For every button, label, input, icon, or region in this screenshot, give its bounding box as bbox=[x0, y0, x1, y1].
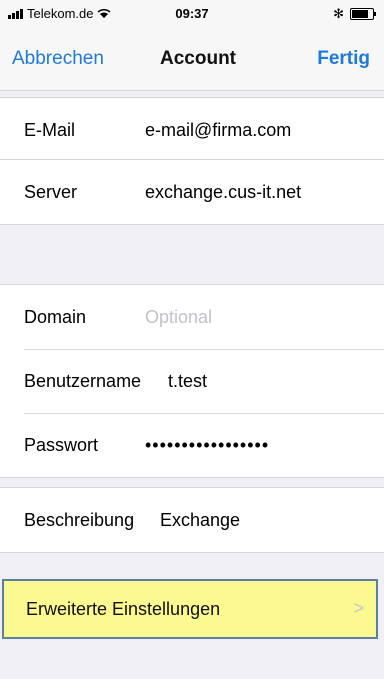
email-label: E-Mail bbox=[24, 119, 76, 140]
password-label: Passwort bbox=[24, 434, 99, 455]
navigation-bar: Abbrechen Account Fertig bbox=[0, 26, 384, 91]
status-bar: Telekom.de 09:37 ✻ bbox=[0, 0, 384, 26]
description-label: Beschreibung bbox=[24, 509, 135, 530]
description-field[interactable]: Exchange bbox=[160, 510, 240, 531]
email-field[interactable]: e-mail@firma.com bbox=[145, 120, 291, 141]
domain-row[interactable]: Domain Optional bbox=[0, 285, 384, 349]
battery-icon bbox=[350, 8, 376, 20]
domain-field[interactable]: Optional bbox=[145, 307, 212, 328]
username-row[interactable]: Benutzername t.test bbox=[0, 349, 384, 413]
chevron-right-icon: > bbox=[353, 598, 364, 618]
description-row[interactable]: Beschreibung Exchange bbox=[0, 488, 384, 552]
email-row[interactable]: E-Mail e-mail@firma.com bbox=[0, 98, 384, 162]
description-group: Beschreibung Exchange bbox=[0, 487, 384, 553]
server-label: Server bbox=[24, 181, 78, 202]
server-group-block: Server exchange.cus-it.net bbox=[0, 159, 384, 225]
credentials-group: Domain Optional Benutzername t.test Pass… bbox=[0, 284, 384, 478]
advanced-settings-row[interactable]: Erweiterte Einstellungen > bbox=[2, 579, 378, 639]
domain-label: Domain bbox=[24, 306, 87, 327]
page-title: Account bbox=[160, 48, 236, 69]
username-field[interactable]: t.test bbox=[168, 371, 207, 392]
username-label: Benutzername bbox=[24, 370, 142, 391]
status-right: ✻ bbox=[333, 6, 376, 22]
bluetooth-icon: ✻ bbox=[333, 6, 344, 21]
advanced-settings-label: Erweiterte Einstellungen bbox=[26, 599, 221, 619]
password-field[interactable]: ••••••••••••••••• bbox=[145, 435, 269, 456]
email-group: E-Mail e-mail@firma.com bbox=[0, 97, 384, 163]
password-row[interactable]: Passwort ••••••••••••••••• bbox=[0, 413, 384, 477]
server-field[interactable]: exchange.cus-it.net bbox=[145, 182, 301, 203]
cancel-button[interactable]: Abbrechen bbox=[12, 48, 104, 70]
status-time: 09:37 bbox=[175, 6, 209, 21]
done-button[interactable]: Fertig bbox=[317, 48, 370, 70]
server-row[interactable]: Server exchange.cus-it.net bbox=[0, 160, 384, 224]
